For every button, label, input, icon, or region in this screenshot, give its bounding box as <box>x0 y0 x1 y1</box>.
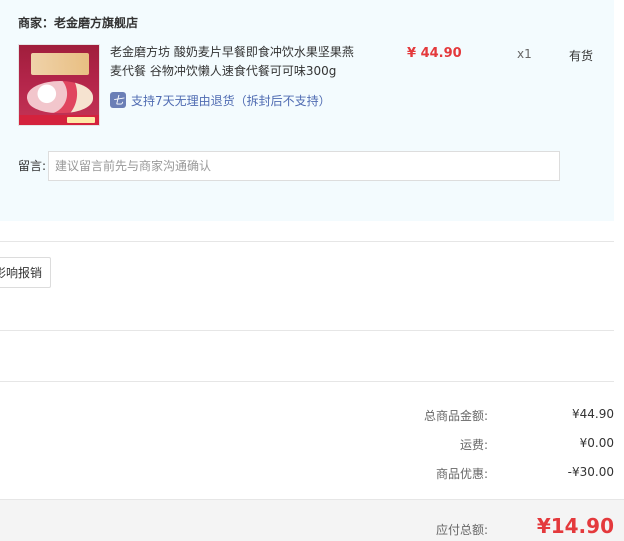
summary-value-shipping: ¥0.00 <box>579 436 614 450</box>
total-bar <box>0 499 624 541</box>
remark-label: 留言: <box>18 159 47 173</box>
summary-value-subtotal: ¥44.90 <box>572 407 614 421</box>
thumbnail-package-title <box>31 53 89 75</box>
divider <box>0 330 614 331</box>
product-name-link[interactable]: 老金磨方坊 酸奶麦片早餐即食冲饮水果坚果燕麦代餐 谷物冲饮懒人速食代餐可可味30… <box>110 43 360 81</box>
merchant-name: 商家：老金磨方旗舰店 <box>18 16 139 30</box>
total-amount: ¥14.90 <box>536 514 614 538</box>
thumbnail-bowl-image <box>27 81 93 113</box>
report-button[interactable]: 影响报销 <box>0 257 51 288</box>
stock-status: 有货 <box>569 49 594 63</box>
summary-label-shipping: 运费: <box>459 438 488 452</box>
summary-label-discount: 商品优惠: <box>435 467 488 481</box>
return-policy-text: 支持7天无理由退货（拆封后不支持） <box>131 93 331 108</box>
product-quantity: x1 <box>517 47 532 61</box>
divider <box>0 381 614 382</box>
summary-value-discount: -¥30.00 <box>567 465 614 479</box>
remark-input[interactable] <box>48 151 560 181</box>
divider <box>0 241 614 242</box>
product-price: ¥ 44.90 <box>407 46 462 61</box>
thumbnail-promo-bar <box>19 115 99 125</box>
total-label: 应付总额: <box>435 523 488 537</box>
summary-label-subtotal: 总商品金额: <box>423 409 488 423</box>
return-policy-icon: 七 <box>110 92 126 108</box>
order-confirm-page: 商家：老金磨方旗舰店 老金磨方坊 酸奶麦片早餐即食冲饮水果坚果燕麦代餐 谷物冲饮… <box>0 0 624 541</box>
product-thumbnail[interactable] <box>18 44 100 126</box>
order-item-panel: 商家：老金磨方旗舰店 老金磨方坊 酸奶麦片早餐即食冲饮水果坚果燕麦代餐 谷物冲饮… <box>0 0 614 221</box>
return-policy: 七 支持7天无理由退货（拆封后不支持） <box>110 92 331 108</box>
